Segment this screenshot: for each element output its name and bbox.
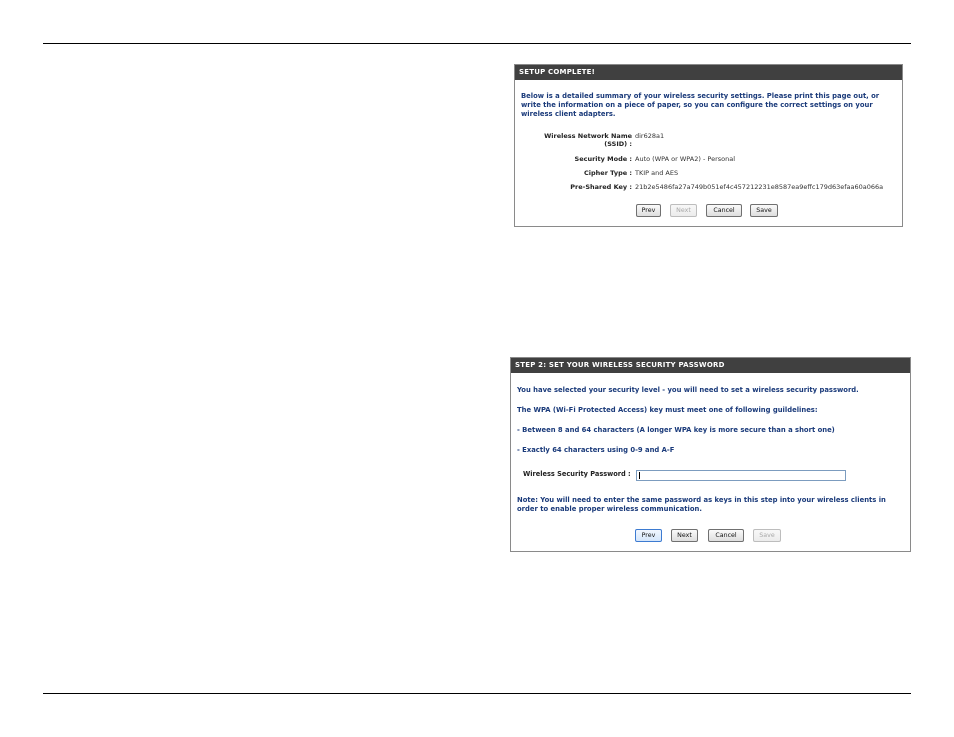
- step2-line-4: - Exactly 64 characters using 0-9 and A-…: [517, 446, 675, 454]
- save-button[interactable]: Save: [750, 204, 778, 217]
- pre-shared-key-value: 21b2e5486fa27a749b051ef4c457212231e8587e…: [635, 183, 884, 191]
- prev-button[interactable]: Prev: [635, 529, 662, 542]
- setup-complete-panel: SETUP COMPLETE! Below is a detailed summ…: [514, 64, 903, 227]
- manual-page: SETUP COMPLETE! Below is a detailed summ…: [0, 0, 954, 737]
- password-input[interactable]: [636, 470, 846, 481]
- step2-note: Note: You will need to enter the same pa…: [517, 496, 886, 513]
- step2-line-2: The WPA (Wi-Fi Protected Access) key mus…: [517, 406, 818, 414]
- cancel-button[interactable]: Cancel: [708, 529, 744, 542]
- security-mode-value: Auto (WPA or WPA2) - Personal: [635, 155, 736, 163]
- header-rule: [43, 43, 911, 44]
- ssid-value: dir628a1: [635, 132, 665, 140]
- footer-rule: [43, 693, 911, 694]
- password-label: Wireless Security Password :: [523, 470, 631, 478]
- ssid-label-2: (SSID) :: [604, 140, 632, 148]
- security-mode-label: Security Mode :: [574, 155, 632, 163]
- step2-line-1: You have selected your security level - …: [517, 386, 859, 394]
- text-caret: [639, 472, 640, 479]
- step2-line-3: - Between 8 and 64 characters (A longer …: [517, 426, 835, 434]
- next-button[interactable]: Next: [670, 204, 697, 217]
- step2-panel: STEP 2: SET YOUR WIRELESS SECURITY PASSW…: [510, 357, 911, 552]
- pre-shared-key-label: Pre-Shared Key :: [570, 183, 632, 191]
- cipher-type-value: TKIP and AES: [635, 169, 679, 177]
- setup-complete-title: SETUP COMPLETE!: [515, 65, 902, 80]
- save-button[interactable]: Save: [753, 529, 781, 542]
- ssid-label: Wireless Network Name: [544, 132, 632, 140]
- step2-title: STEP 2: SET YOUR WIRELESS SECURITY PASSW…: [511, 358, 910, 373]
- cancel-button[interactable]: Cancel: [706, 204, 742, 217]
- cipher-type-label: Cipher Type :: [584, 169, 632, 177]
- prev-button[interactable]: Prev: [636, 204, 661, 217]
- setup-complete-intro: Below is a detailed summary of your wire…: [521, 92, 880, 118]
- next-button[interactable]: Next: [671, 529, 698, 542]
